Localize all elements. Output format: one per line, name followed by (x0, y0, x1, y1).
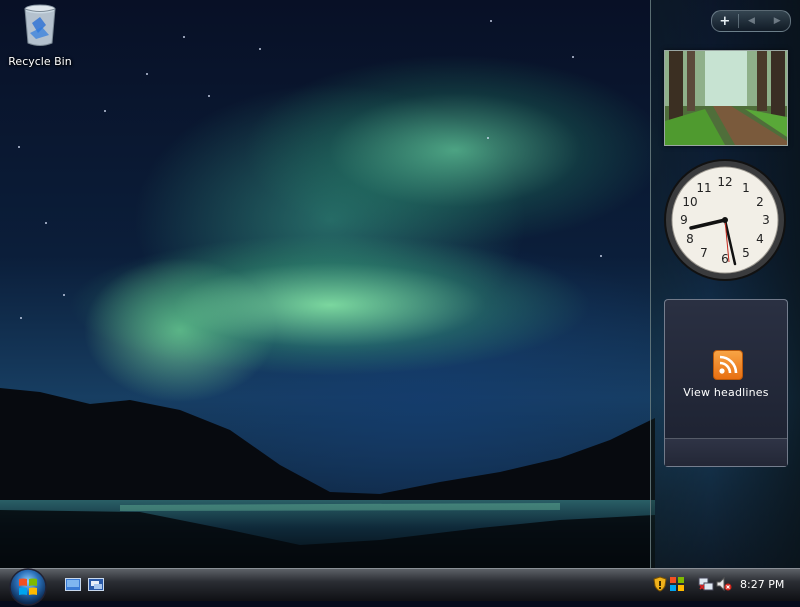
taskbar-clock[interactable]: 8:27 PM (740, 578, 784, 591)
add-gadget-button[interactable]: + (712, 11, 738, 31)
view-headlines-link[interactable]: View headlines (665, 386, 787, 399)
taskbar: 8:27 PM (0, 568, 800, 606)
clock-gadget[interactable]: 12 1 2 3 4 5 6 7 8 9 10 11 (663, 158, 787, 282)
clock-numeral-9: 9 (680, 213, 688, 227)
recycle-bin-icon (24, 4, 56, 46)
windows-sidebar: + ◀ ▶ 12 1 2 3 4 5 6 7 8 9 10 11 View he… (650, 0, 800, 568)
volume-muted-icon[interactable] (716, 576, 732, 592)
clock-numeral-5: 5 (742, 246, 750, 260)
next-page-button[interactable]: ▶ (764, 11, 790, 31)
clock-numeral-6: 6 (721, 252, 729, 266)
clock-numeral-3: 3 (762, 213, 770, 227)
windows-update-icon[interactable] (669, 576, 685, 592)
feed-footer (665, 438, 787, 466)
clock-numeral-10: 10 (682, 195, 697, 209)
switch-windows-icon[interactable] (88, 578, 104, 592)
previous-page-button[interactable]: ◀ (739, 11, 765, 31)
slideshow-gadget[interactable] (664, 50, 788, 146)
start-button[interactable] (8, 567, 48, 607)
rss-icon (713, 350, 743, 380)
clock-numeral-7: 7 (700, 246, 708, 260)
clock-numeral-4: 4 (756, 232, 764, 246)
security-shield-icon[interactable] (652, 576, 668, 592)
sidebar-controls: + ◀ ▶ (711, 10, 791, 32)
network-icon[interactable] (698, 576, 714, 592)
clock-numeral-8: 8 (686, 232, 694, 246)
clock-numeral-11: 11 (696, 181, 711, 195)
desktop-icon-label: Recycle Bin (8, 55, 72, 68)
feed-headlines-gadget[interactable]: View headlines (664, 299, 788, 467)
clock-numeral-2: 2 (756, 195, 764, 209)
desktop-icon-recycle-bin[interactable]: Recycle Bin (6, 3, 74, 68)
show-desktop-icon[interactable] (65, 578, 81, 592)
clock-numeral-12: 12 (717, 175, 732, 189)
clock-numeral-1: 1 (742, 181, 750, 195)
